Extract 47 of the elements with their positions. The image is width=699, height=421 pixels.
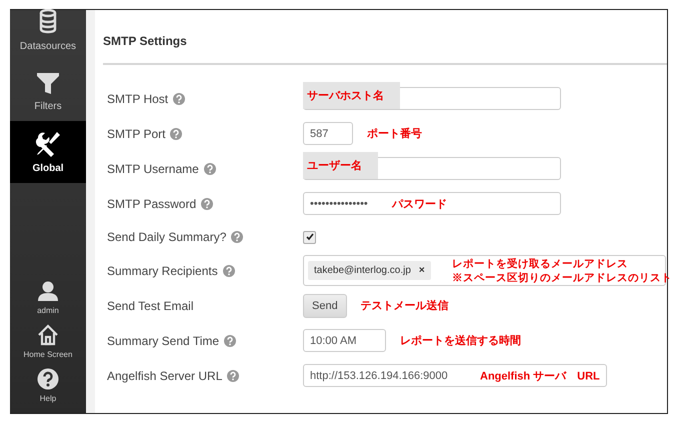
section-title: SMTP Settings <box>103 33 188 50</box>
input-field[interactable]: 10:00 AM <box>303 329 386 352</box>
annotation-tooltip: ユーザー名 <box>303 152 378 179</box>
check-icon <box>306 233 314 241</box>
help-icon[interactable] <box>204 162 216 174</box>
help-icon[interactable] <box>173 92 186 104</box>
sidebar-item[interactable]: Help <box>10 363 86 407</box>
field-label: SMTP Username <box>107 162 199 176</box>
database-icon <box>38 9 58 35</box>
sidebar-item[interactable]: Filters <box>10 62 86 121</box>
help-icon[interactable] <box>231 231 244 243</box>
annotation: ポート番号 <box>367 126 422 141</box>
field-label: Send Daily Summary? <box>107 230 226 244</box>
help-icon[interactable] <box>227 370 240 382</box>
input-field[interactable]: 587 <box>303 122 353 145</box>
help-icon[interactable] <box>222 264 235 276</box>
funnel-icon <box>36 71 60 95</box>
sidebar-item[interactable]: Datasources <box>10 10 86 62</box>
field-label: Summary Send Time <box>107 334 220 348</box>
send-button[interactable]: Send <box>303 294 347 318</box>
help-icon[interactable] <box>224 334 236 346</box>
field-label: SMTP Host <box>107 92 168 106</box>
house-icon <box>37 324 59 346</box>
field-label: SMTP Port <box>107 126 166 140</box>
help-icon <box>37 368 59 390</box>
field-label: Angelfish Server URL <box>107 368 222 382</box>
field-label: Summary Recipients <box>107 264 218 278</box>
field-label: Send Test Email <box>107 298 194 312</box>
annotation: パスワード <box>392 197 447 211</box>
annotation: レポートを受け取るメールアドレス <box>452 256 629 270</box>
sidebar-item[interactable]: Home Screen <box>10 319 86 363</box>
input-field[interactable]: http://153.126.194.166:9000 Angelfish サーバ URL <box>303 364 607 387</box>
annotation: レポートを送信する時間 <box>400 334 521 348</box>
person-icon <box>37 280 59 302</box>
input-field[interactable]: ••••••••••••••• パスワード <box>303 192 561 215</box>
annotation: テストメール送信 <box>360 298 449 313</box>
sidebar-item[interactable]: Global <box>10 121 86 183</box>
remove-tag-button[interactable]: × <box>418 265 425 276</box>
checkbox[interactable] <box>303 230 316 244</box>
help-icon[interactable] <box>201 198 214 210</box>
annotation: Angelfish サーバ URL <box>480 369 600 383</box>
tag-text: takebe@interlog.co.jp <box>314 265 411 276</box>
help-icon[interactable] <box>170 128 182 140</box>
sidebar-item[interactable]: admin <box>10 275 86 319</box>
annotation-tooltip: サーバホスト名 <box>303 82 400 109</box>
tools-icon <box>35 130 61 156</box>
field-label: SMTP Password <box>107 196 196 210</box>
